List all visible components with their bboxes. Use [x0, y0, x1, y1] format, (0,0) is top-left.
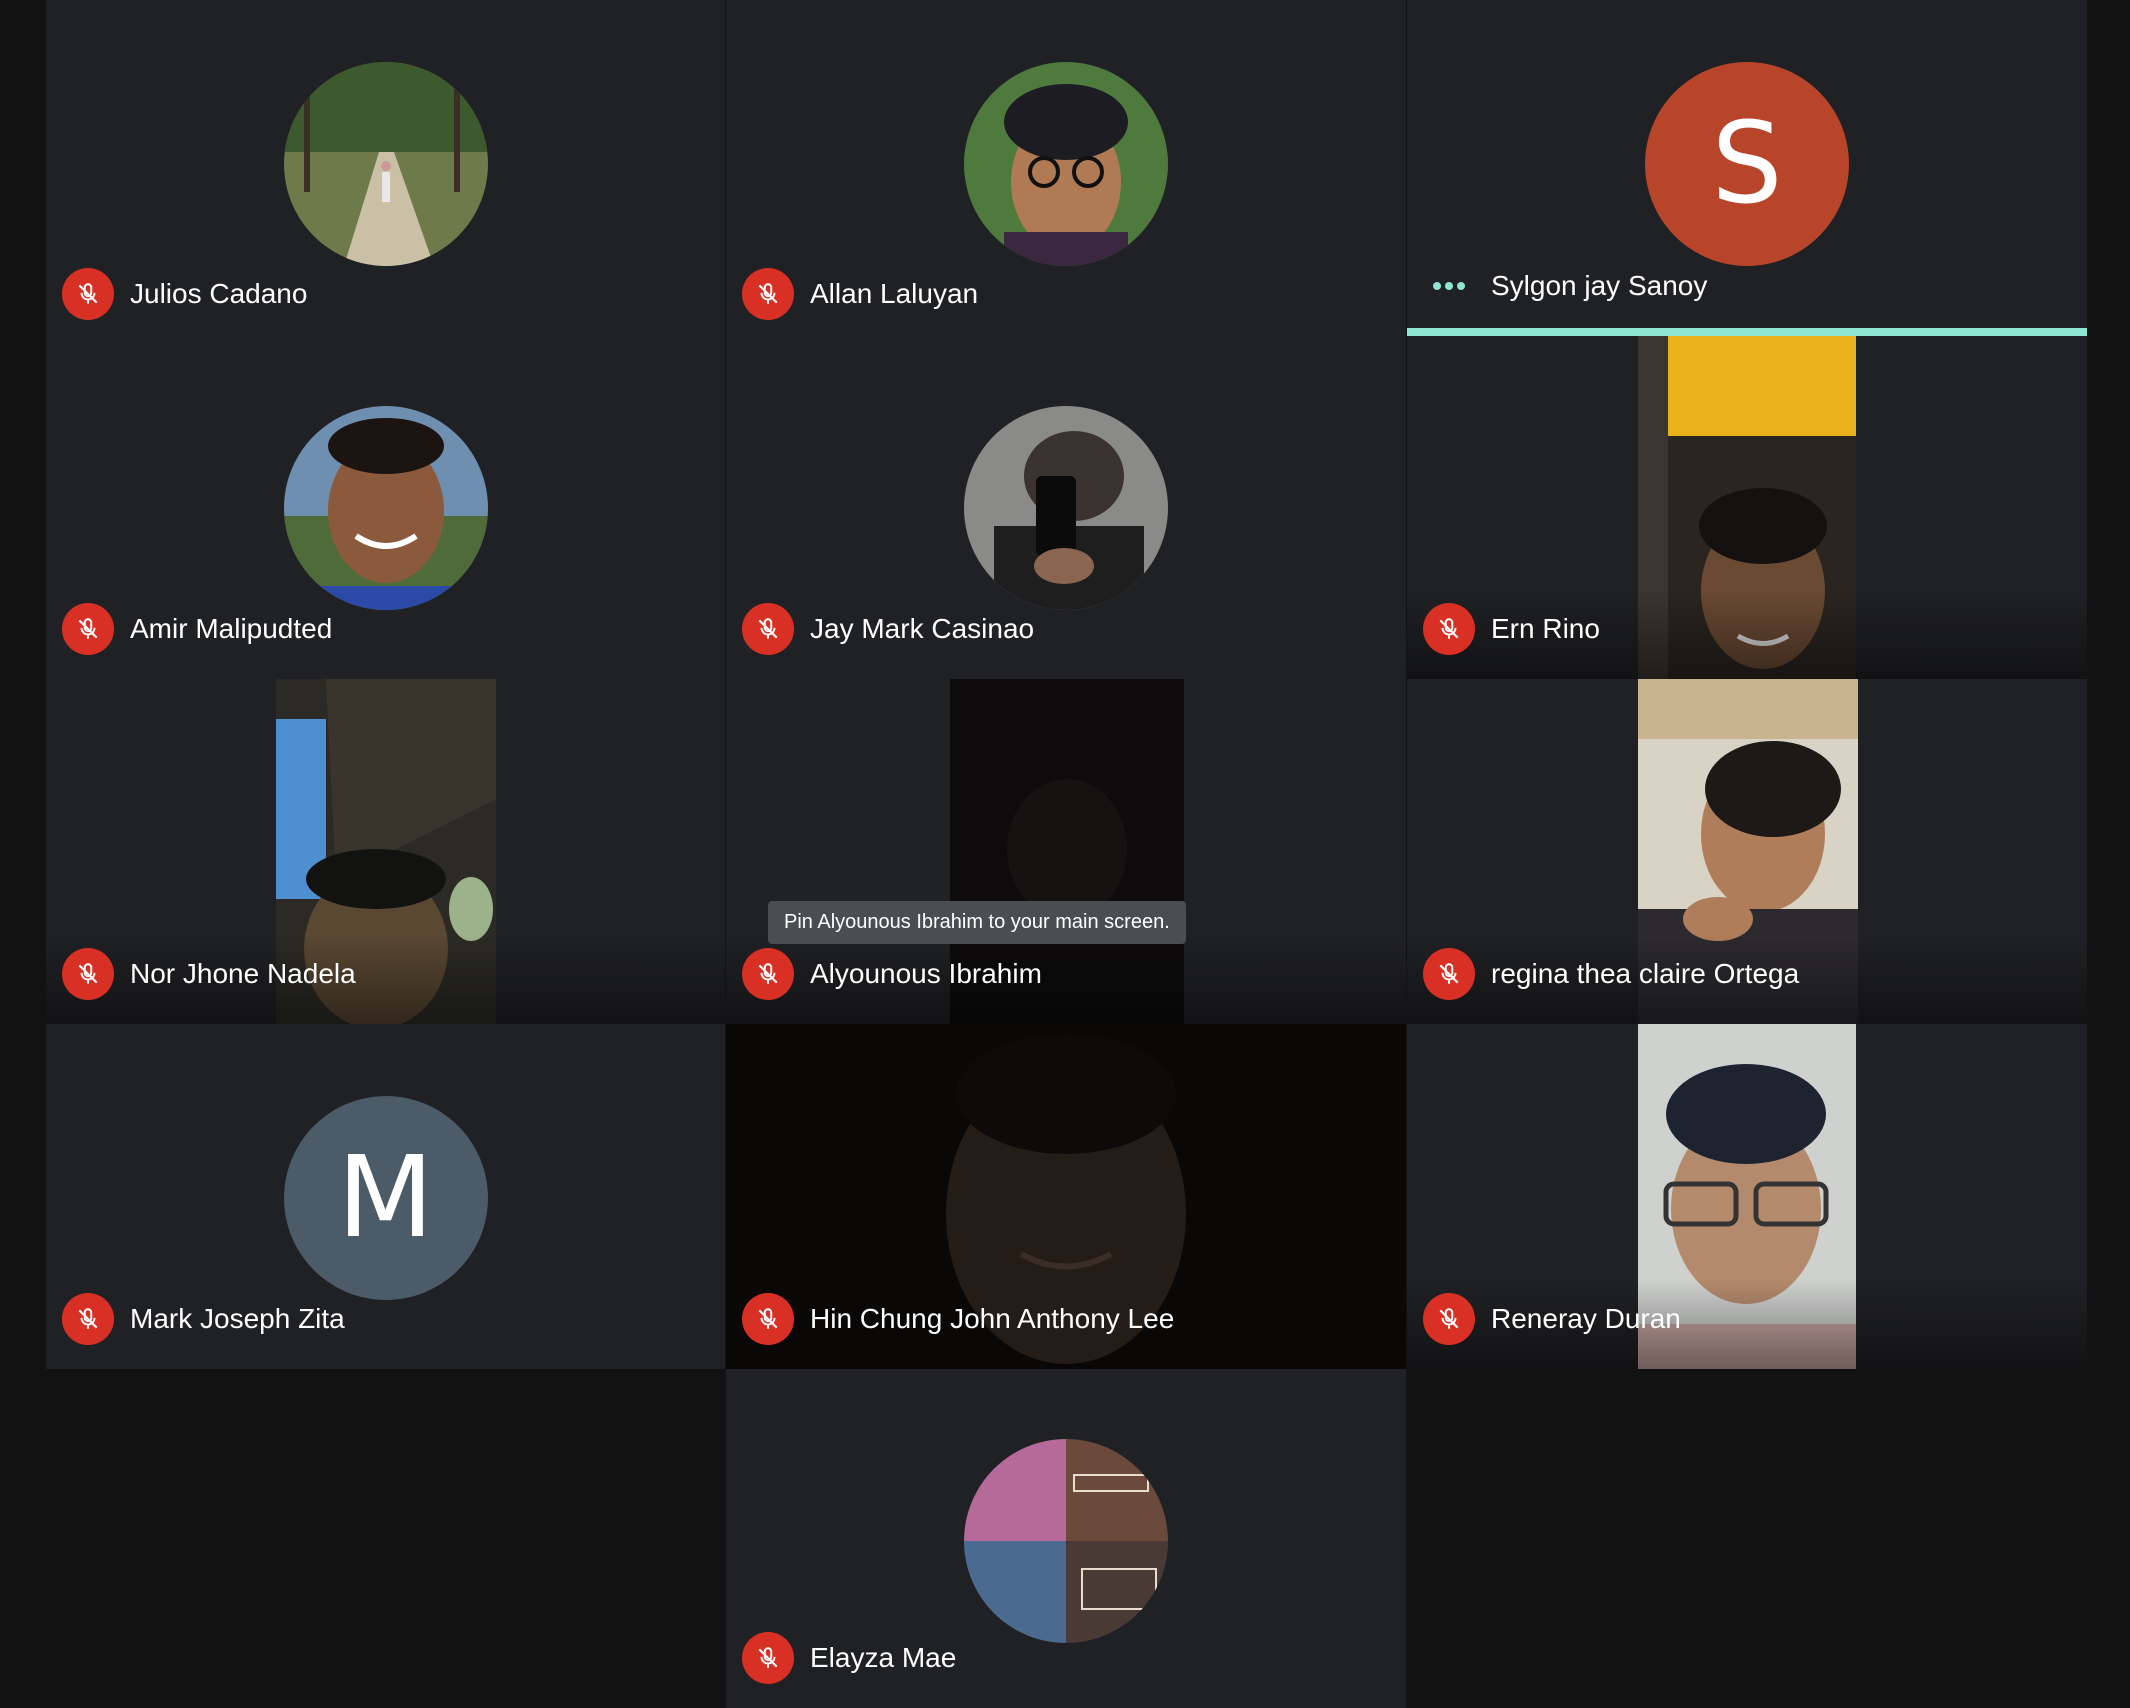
mic-off-icon	[742, 948, 794, 1000]
participant-avatar: S	[1645, 62, 1849, 266]
mic-off-icon	[1423, 1293, 1475, 1345]
participant-tile[interactable]: Hin Chung John Anthony Lee	[726, 1024, 1406, 1369]
participant-tile[interactable]: S Sylgon jay Sanoy	[1407, 0, 2087, 336]
mic-off-icon	[1423, 603, 1475, 655]
mic-off-icon	[62, 948, 114, 1000]
mic-off-icon	[62, 603, 114, 655]
participant-tile[interactable]: Elayza Mae	[726, 1369, 1406, 1708]
name-bar: Julios Cadano	[62, 268, 307, 320]
name-bar: Mark Joseph Zita	[62, 1293, 345, 1345]
participant-name: Julios Cadano	[130, 278, 308, 309]
name-bar: Jay Mark Casinao	[742, 603, 1034, 655]
participant-avatar	[283, 406, 488, 610]
participant-name: Jay Mark Casinao	[810, 613, 1035, 644]
participant-avatar	[964, 1439, 1168, 1643]
mic-off-icon	[742, 268, 794, 320]
participant-tile[interactable]: Nor Jhone Nadela	[46, 679, 725, 1024]
name-bar: Nor Jhone Nadela	[62, 948, 356, 1000]
participant-tile[interactable]: Ern Rino	[1407, 336, 2087, 679]
name-bar: Elayza Mae	[742, 1632, 956, 1684]
more-options-icon[interactable]	[1423, 260, 1475, 312]
participant-tile[interactable]: Amir Malipudted	[46, 344, 725, 679]
pin-tooltip: Pin Alyounous Ibrahim to your main scree…	[768, 901, 1186, 944]
name-bar: Amir Malipudted	[62, 603, 332, 655]
name-bar: regina thea claire Ortega	[1423, 948, 1799, 1000]
participant-avatar: M	[283, 1096, 488, 1300]
participant-avatar	[964, 62, 1168, 266]
participant-tile[interactable]: regina thea claire Ortega	[1407, 679, 2087, 1024]
mic-off-icon	[742, 1632, 794, 1684]
mic-off-icon	[62, 268, 114, 320]
name-bar: Alyounous Ibrahim	[742, 948, 1042, 1000]
participant-tile[interactable]: Pin Alyounous Ibrahim to your main scree…	[726, 679, 1406, 1024]
avatar-letter: M	[337, 1133, 434, 1263]
participant-tile[interactable]: Allan Laluyan	[726, 0, 1406, 344]
participant-name: Nor Jhone Nadela	[130, 958, 356, 989]
mic-off-icon	[1423, 948, 1475, 1000]
name-bar: Ern Rino	[1423, 603, 1600, 655]
participant-name: Mark Joseph Zita	[130, 1303, 345, 1334]
participant-name: Hin Chung John Anthony Lee	[810, 1303, 1175, 1334]
mic-off-icon	[742, 603, 794, 655]
speaking-indicator	[1407, 328, 2087, 336]
participant-name: Allan Laluyan	[810, 278, 979, 309]
participant-tile[interactable]: Reneray Duran	[1407, 1024, 2087, 1369]
participant-grid: Julios Cadano Allan Laluyan S Sylgon jay…	[0, 0, 2130, 1708]
participant-tile[interactable]: Julios Cadano	[46, 0, 725, 344]
participant-name: regina thea claire Ortega	[1491, 958, 1800, 989]
name-bar: Allan Laluyan	[742, 268, 978, 320]
name-bar: Sylgon jay Sanoy	[1423, 260, 1707, 312]
participant-name: Elayza Mae	[810, 1642, 957, 1673]
mic-off-icon	[742, 1293, 794, 1345]
participant-name: Reneray Duran	[1491, 1303, 1681, 1334]
participant-name: Alyounous Ibrahim	[810, 958, 1042, 989]
participant-name: Ern Rino	[1491, 613, 1600, 644]
participant-tile[interactable]: M Mark Joseph Zita	[46, 1024, 725, 1369]
participant-name: Amir Malipudted	[130, 613, 333, 644]
participant-avatar	[964, 406, 1168, 610]
mic-off-icon	[62, 1293, 114, 1345]
name-bar: Hin Chung John Anthony Lee	[742, 1293, 1174, 1345]
name-bar: Reneray Duran	[1423, 1293, 1681, 1345]
avatar-letter: S	[1711, 99, 1783, 229]
participant-tile[interactable]: Jay Mark Casinao	[726, 344, 1406, 679]
participant-name: Sylgon jay Sanoy	[1491, 270, 1708, 301]
participant-avatar	[283, 62, 488, 266]
